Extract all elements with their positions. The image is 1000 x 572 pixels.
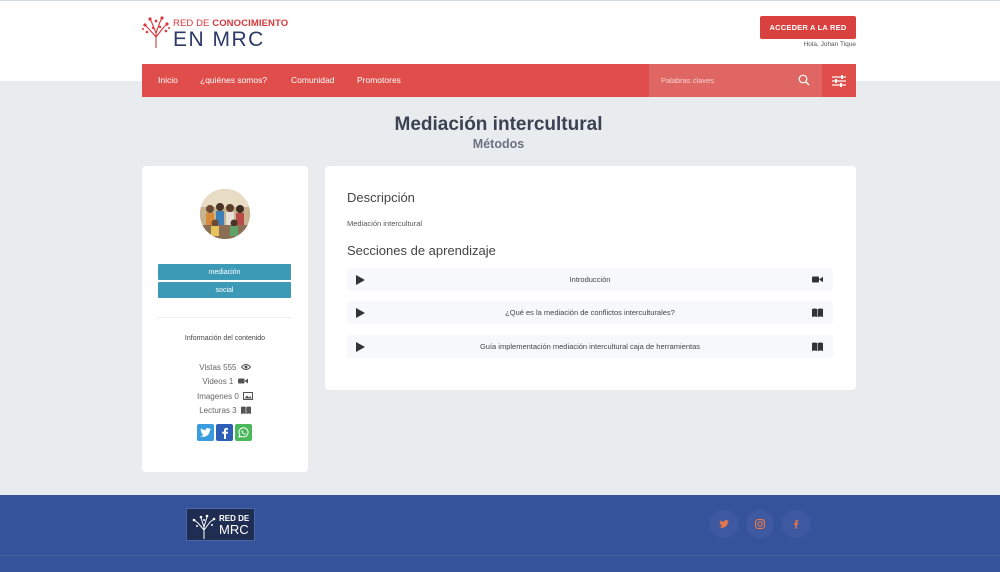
main-navbar: Inicio ¿quiénes somos? Comunidad Promoto… [142,64,856,97]
search-box [649,64,822,97]
tag-social[interactable]: social [158,282,291,298]
footer-divider [0,555,1000,556]
footer-twitter-button[interactable] [710,510,738,538]
share-buttons [197,424,252,441]
eye-icon [240,364,251,370]
book-icon [812,342,823,351]
logo-line2: EN MRC [173,28,265,51]
section-row-que-es-mediacion[interactable]: ¿Qué es la mediación de conflictos inter… [347,301,833,324]
group-photo-image [200,189,250,239]
tree-logo-icon [142,16,170,48]
info-title: Información del contenido [184,335,266,342]
twitter-icon [200,428,211,437]
nav-item-promotores[interactable]: Promotores [357,75,401,85]
site-footer: RED DE MRC [0,495,1000,572]
play-icon [356,275,365,285]
facebook-share-button[interactable] [216,424,233,441]
play-icon [356,342,365,352]
stat-views-label: Vistas 555 [199,363,237,372]
section-label: Introducción [569,275,611,284]
play-icon [356,308,365,318]
facebook-icon [793,520,799,529]
section-row-guia-implementacion[interactable]: Guía implementación mediación intercultu… [347,335,833,358]
content-image [200,189,250,239]
filter-icon[interactable] [832,75,846,87]
nav-item-comunidad[interactable]: Comunidad [291,75,334,85]
tag-mediacion[interactable]: mediación [158,264,291,280]
twitter-share-button[interactable] [197,424,214,441]
footer-logo-line2: MRC [219,522,249,537]
page-title: Mediación intercultural [394,114,603,135]
footer-facebook-button[interactable] [782,510,810,538]
instagram-icon [755,519,765,529]
whatsapp-share-button[interactable] [235,424,252,441]
section-label: ¿Qué es la mediación de conflictos inter… [505,308,675,317]
divider [158,317,291,318]
search-input[interactable] [649,64,799,97]
section-row-introduccion[interactable]: Introducción [347,268,833,291]
stat-views: Vistas 555 [142,363,308,372]
content-info-card: mediación social Información del conteni… [142,166,308,472]
footer-logo[interactable]: RED DE MRC [186,508,255,541]
footer-instagram-button[interactable] [746,510,774,538]
site-logo[interactable]: RED DE CONOCIMIENTO EN MRC [141,15,301,51]
stat-readings: Lecturas 3 [142,406,308,415]
stat-images-label: Imagenes 0 [196,392,239,401]
nav-item-inicio[interactable]: Inicio [158,75,178,85]
nav-item-quienes-somos[interactable]: ¿quiénes somos? [200,75,267,85]
image-icon [243,392,254,400]
video-camera-icon [812,276,823,283]
section-label: Guía implementación mediación intercultu… [479,342,701,351]
whatsapp-icon [238,427,249,438]
description-heading: Descripción [347,190,415,205]
tree-logo-icon [192,514,216,539]
search-icon[interactable] [798,74,810,86]
stat-readings-label: Lecturas 3 [199,406,237,415]
book-icon [812,308,823,317]
access-network-button[interactable]: ACCEDER A LA RED [760,16,856,39]
sections-heading: Secciones de aprendizaje [347,243,496,258]
content-detail-card: Descripción Mediación intercultural Secc… [325,166,856,390]
facebook-icon [221,427,228,439]
description-text: Mediación intercultural [347,219,423,228]
twitter-icon [719,520,729,528]
stat-videos: Videos 1 [142,377,308,386]
stat-videos-label: Videos 1 [202,377,234,386]
user-greeting: Hola, Johan Tique [803,41,856,48]
video-camera-icon [237,378,248,384]
page-subtitle: Métodos [472,137,525,151]
stat-images: Imagenes 0 [142,392,308,401]
book-icon [240,406,251,414]
